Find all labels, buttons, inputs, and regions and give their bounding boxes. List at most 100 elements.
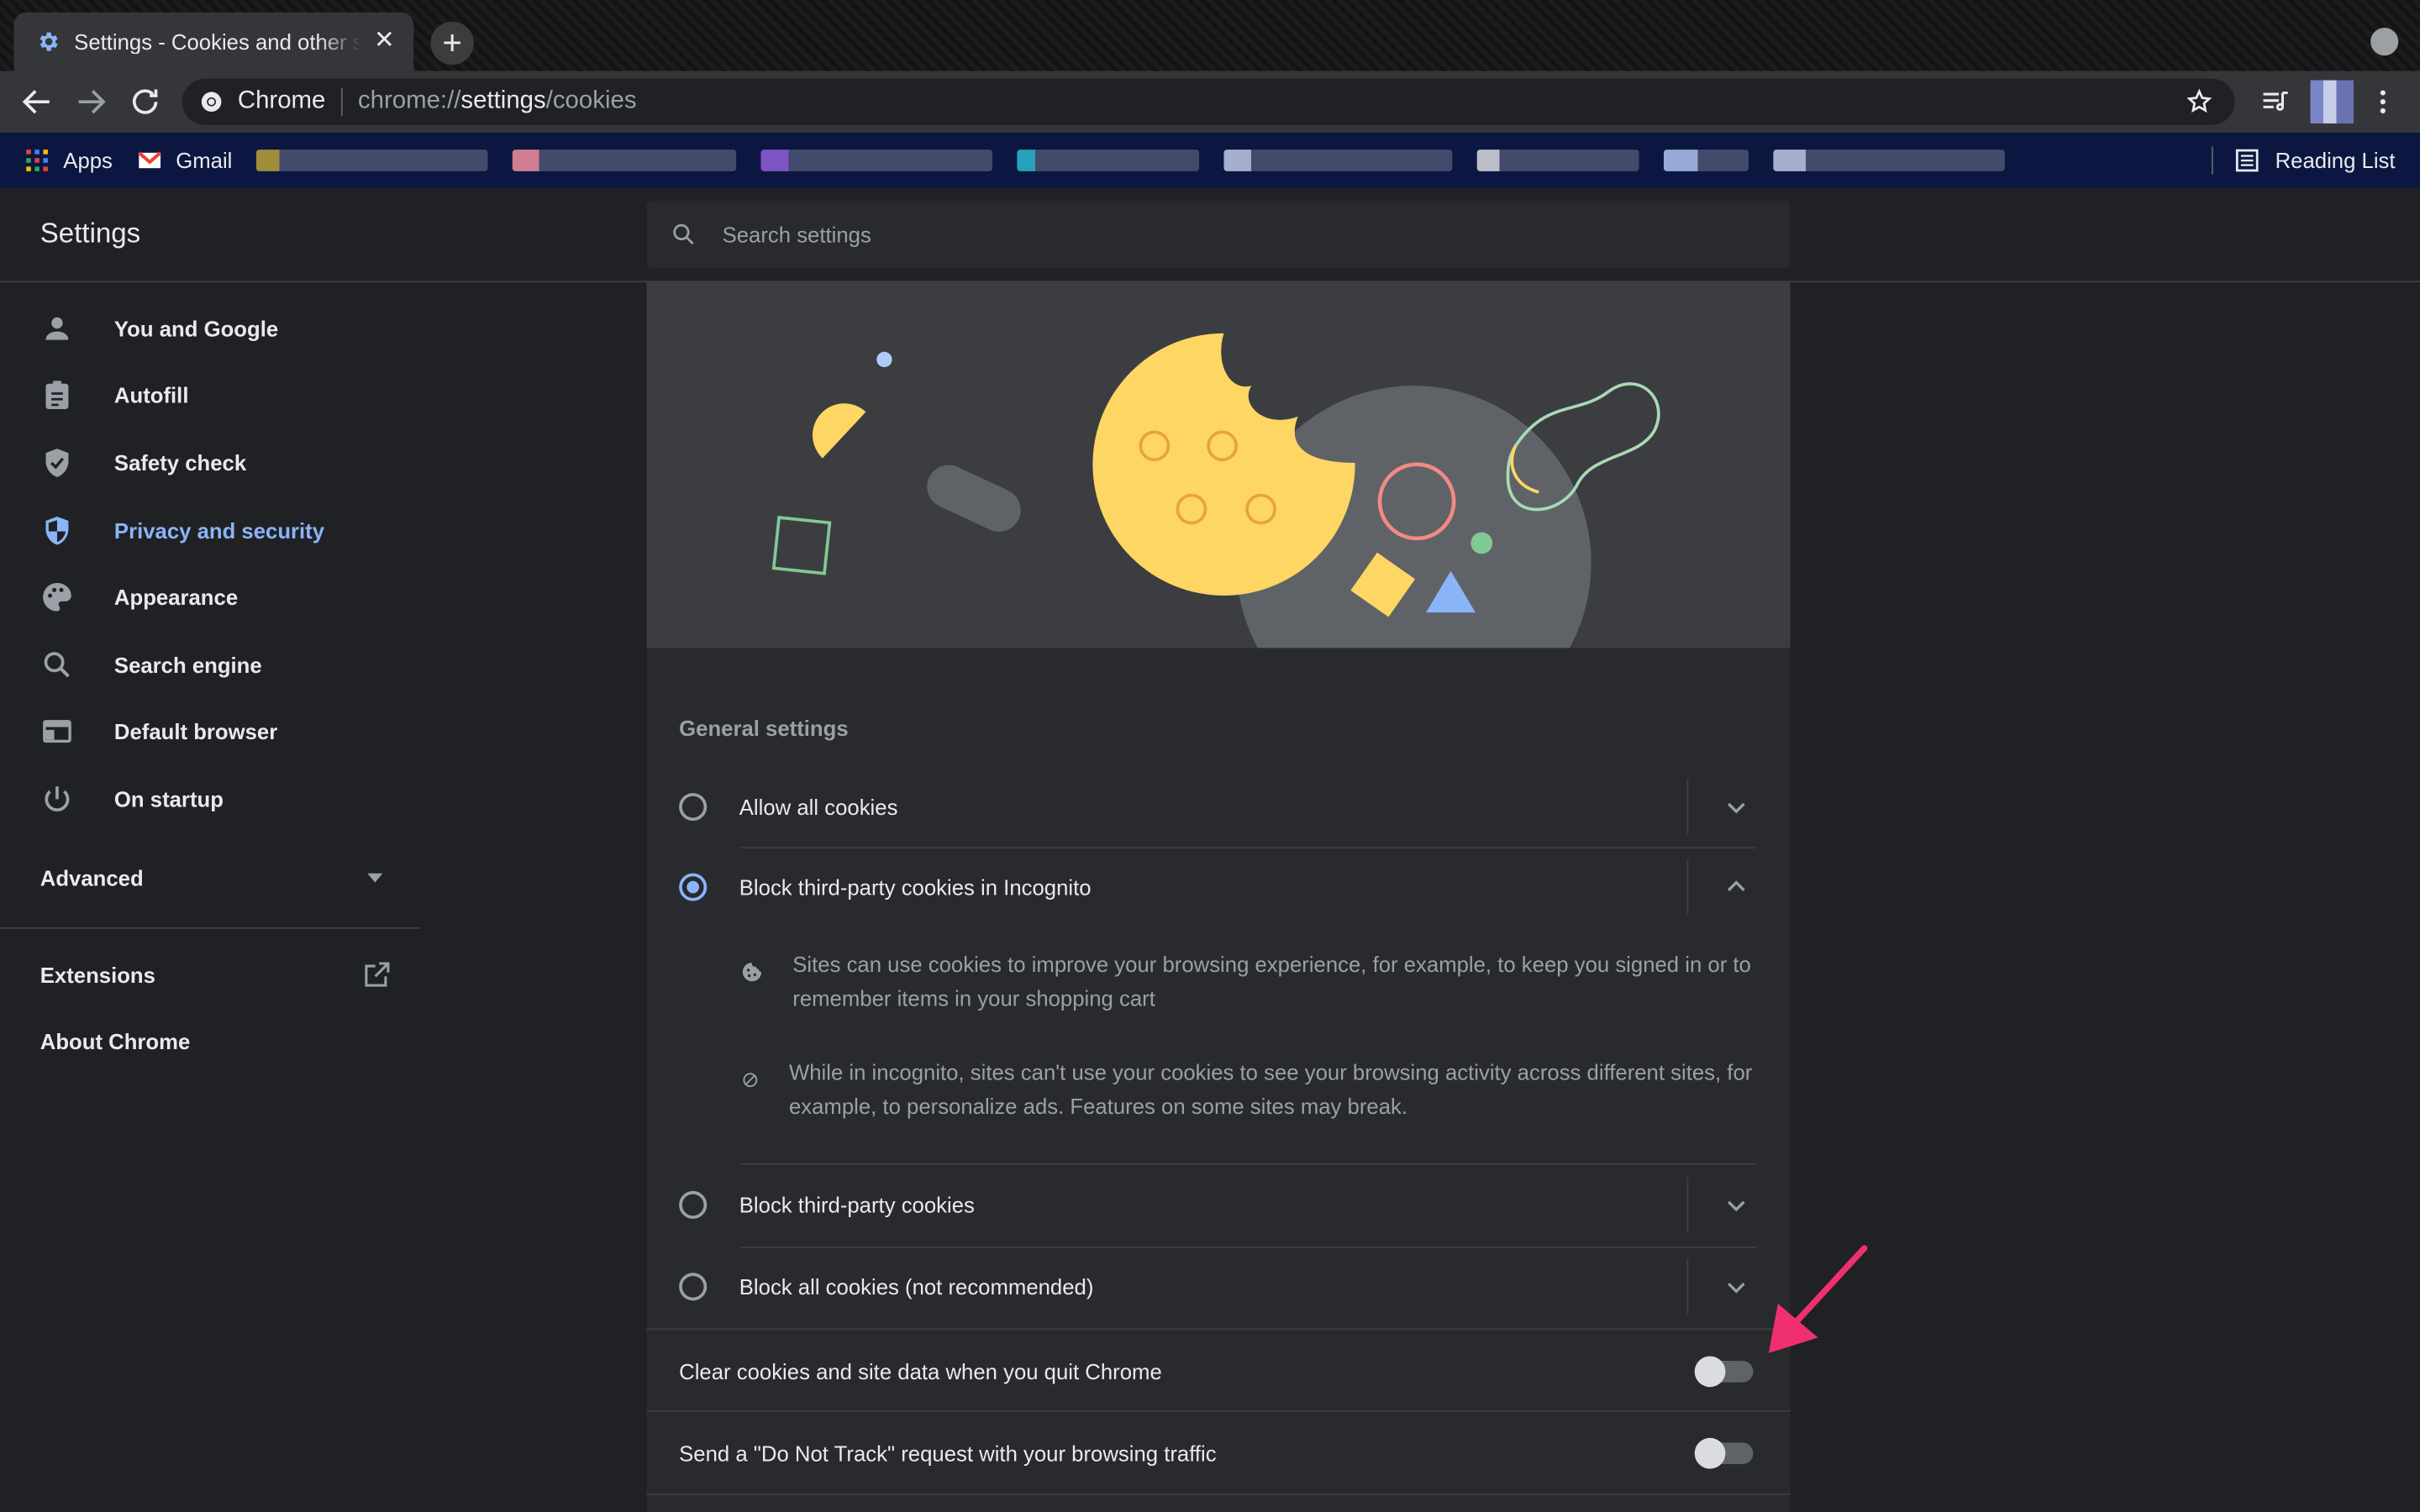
search-placeholder: Search settings (722, 222, 871, 247)
detail-incognito-blocking: While in incognito, sites can't use your… (741, 1055, 1760, 1123)
bookmarks-bar: Apps Gmail Reading List (0, 132, 2420, 189)
bookmark-redacted[interactable] (1664, 150, 1749, 171)
search-input[interactable]: Search settings (646, 200, 1791, 269)
bookmark-redacted[interactable] (256, 150, 489, 171)
bookmark-apps[interactable]: Apps (24, 148, 113, 173)
sidebar-item-privacy-and-security[interactable]: Privacy and security (0, 496, 420, 564)
cookie-icon (742, 962, 762, 982)
reload-icon[interactable] (127, 83, 164, 120)
new-tab-button[interactable]: + (430, 21, 474, 66)
sidebar-item-label: Appearance (113, 585, 239, 610)
url-text: chrome://settings/cookies (358, 88, 637, 116)
sidebar-divider (0, 927, 420, 929)
option-label: Block third-party cookies (739, 1192, 975, 1218)
tab-search-icon[interactable] (2370, 28, 2399, 56)
open-external-icon (365, 962, 390, 987)
sidebar-item-autofill[interactable]: Autofill (0, 362, 420, 429)
reading-list-label: Reading List (2275, 148, 2396, 173)
sidebar-item-appearance[interactable]: Appearance (0, 564, 420, 631)
url-prefix: chrome:// (357, 87, 461, 114)
option-block-all-cookies[interactable]: Block all cookies (not recommended) (679, 1256, 1756, 1317)
sidebar-item-label: Search engine (113, 652, 262, 677)
divider (740, 847, 1757, 849)
sidebar-item-default-browser[interactable]: Default browser (0, 698, 420, 765)
settings-header: Settings Search settings (0, 188, 2420, 283)
media-queue-icon[interactable] (2260, 87, 2291, 118)
sidebar-item-safety-check[interactable]: Safety check (0, 429, 420, 496)
kebab-menu-icon[interactable] (2370, 87, 2395, 118)
sidebar-item-label: You and Google (113, 316, 279, 341)
bookmark-redacted[interactable] (1018, 150, 1201, 171)
radio-button[interactable] (679, 793, 708, 822)
chevron-down-icon[interactable] (1725, 1194, 1747, 1216)
clear-on-exit-row[interactable]: Clear cookies and site data when you qui… (647, 1330, 1791, 1411)
bookmark-redacted[interactable] (1224, 150, 1454, 171)
option-block-third-party[interactable]: Block third-party cookies (679, 1174, 1756, 1236)
detail-text: Sites can use cookies to improve your br… (792, 952, 1751, 1011)
address-bar[interactable]: Chrome chrome://settings/cookies (182, 78, 2235, 125)
detail-cookies-usage: Sites can use cookies to improve your br… (741, 948, 1760, 1016)
option-block-third-party-incognito[interactable]: Block third-party cookies in Incognito (679, 856, 1756, 917)
option-label: Allow all cookies (739, 794, 898, 820)
bookmark-redacted[interactable] (513, 150, 737, 171)
detail-text: While in incognito, sites can't use your… (788, 1059, 1753, 1119)
row-divider (1686, 859, 1689, 916)
omnibox-divider (340, 87, 343, 116)
chevron-down-icon[interactable] (1725, 796, 1747, 818)
sidebar-item-label: Default browser (113, 719, 278, 744)
sidebar-item-on-startup[interactable]: On startup (0, 765, 420, 832)
sidebar-item-you-and-google[interactable]: You and Google (0, 295, 420, 362)
chrome-logo-icon (201, 92, 222, 113)
cookie-illustration-art (771, 333, 1660, 648)
sidebar-item-label: Safety check (113, 450, 247, 475)
power-icon (45, 786, 70, 811)
apps-grid-icon (26, 150, 48, 171)
sidebar-about-chrome[interactable]: About Chrome (40, 1029, 191, 1053)
option-label: Block third-party cookies in Incognito (739, 874, 1092, 900)
sidebar-item-label: Privacy and security (113, 517, 325, 543)
tab-strip: Settings - Cookies and other site data ✕… (0, 0, 2420, 71)
sidebar-advanced[interactable]: Advanced (40, 865, 383, 890)
reading-list-button[interactable]: Reading List (2212, 133, 2396, 188)
bookmark-redacted[interactable] (1774, 150, 2006, 171)
bookmark-gmail[interactable]: Gmail (137, 148, 232, 173)
divider (646, 1493, 1791, 1495)
toolbar: Chrome chrome://settings/cookies (0, 71, 2420, 133)
shield-check-icon (45, 449, 69, 477)
search-icon (44, 651, 70, 678)
general-settings-heading: General settings (679, 716, 849, 741)
tab-settings[interactable]: Settings - Cookies and other site data ✕ (13, 12, 414, 71)
chevron-down-icon[interactable] (1725, 1276, 1747, 1298)
sidebar-item-search-engine[interactable]: Search engine (0, 631, 420, 698)
clear-on-exit-toggle[interactable] (1694, 1355, 1754, 1387)
sidebar-extensions[interactable]: Extensions (40, 959, 392, 990)
url-path: /cookies (545, 87, 637, 114)
profile-avatar[interactable] (2310, 80, 2354, 123)
do-not-track-toggle[interactable] (1694, 1436, 1754, 1468)
person-icon (45, 317, 69, 340)
row-divider (1686, 779, 1689, 835)
back-arrow-icon[interactable] (18, 83, 55, 120)
advanced-label: Advanced (39, 865, 144, 890)
palette-icon (43, 583, 71, 612)
bookmark-redacted[interactable] (1477, 150, 1640, 171)
radio-button-selected[interactable] (679, 873, 708, 901)
forward-arrow-icon[interactable] (72, 83, 109, 120)
close-tab-icon[interactable]: ✕ (371, 28, 398, 55)
divider (740, 1163, 1757, 1165)
chevron-up-icon[interactable] (1725, 876, 1747, 898)
bookmark-redacted[interactable] (761, 150, 993, 171)
browser-window: Settings - Cookies and other site data ✕… (0, 0, 2420, 1512)
bookmark-apps-label: Apps (63, 148, 113, 173)
page-title: Settings (39, 217, 141, 249)
radio-button[interactable] (679, 1273, 708, 1301)
cookies-settings-card: General settings Allow all cookies Block… (646, 282, 1791, 1512)
radio-button[interactable] (679, 1190, 708, 1219)
option-allow-all-cookies[interactable]: Allow all cookies (679, 776, 1756, 837)
row-divider (1686, 1258, 1689, 1315)
do-not-track-row[interactable]: Send a "Do Not Track" request with your … (647, 1412, 1791, 1494)
option-label: Block all cookies (not recommended) (739, 1274, 1094, 1299)
bookmark-star-icon[interactable] (2186, 88, 2213, 116)
search-icon (673, 223, 694, 245)
reading-list-icon (2236, 149, 2259, 172)
